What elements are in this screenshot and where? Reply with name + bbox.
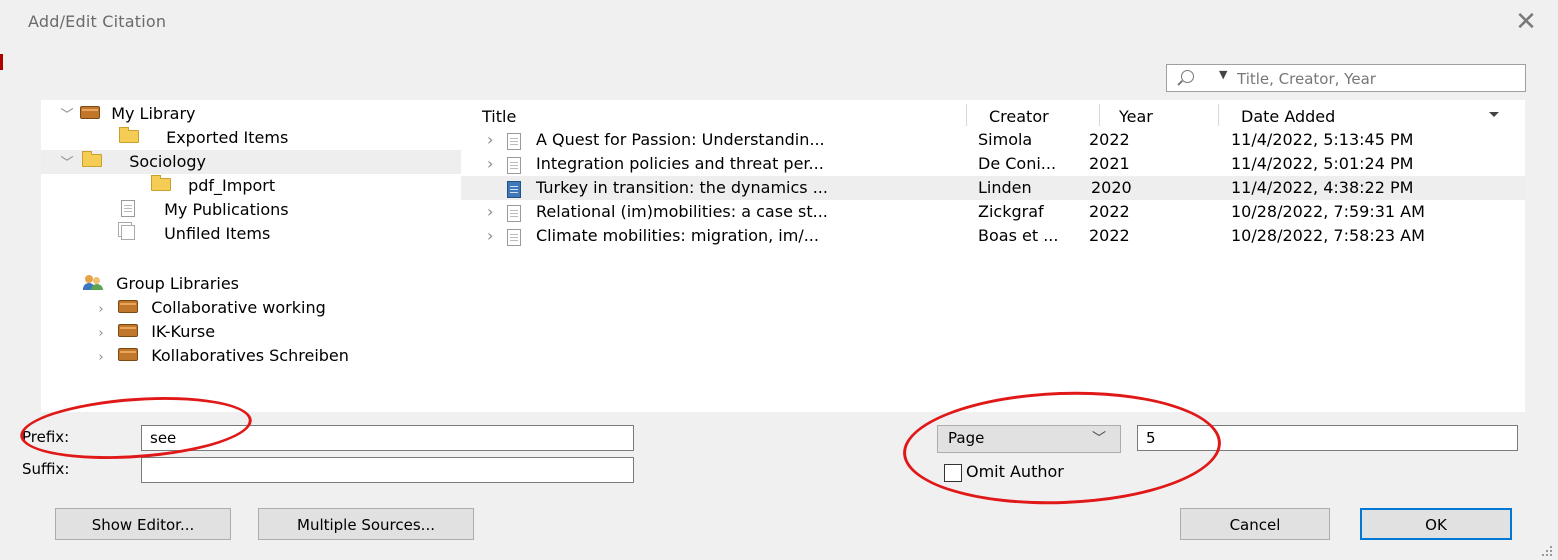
item-date-added: 11/4/2022, 5:13:45 PM — [1231, 130, 1414, 149]
document-icon — [507, 205, 521, 222]
resize-grip-icon[interactable] — [1538, 542, 1554, 558]
tree-item-label: Group Libraries — [116, 274, 239, 293]
book-icon — [507, 181, 521, 198]
chevron-right-icon[interactable]: › — [487, 128, 493, 152]
table-row-selected[interactable]: Turkey in transition: the dynamics ... L… — [461, 176, 1525, 200]
tree-item-label: Unfiled Items — [164, 224, 271, 243]
search-input[interactable] — [1235, 67, 1519, 91]
sort-direction-icon[interactable] — [1489, 112, 1499, 117]
cancel-button[interactable]: Cancel — [1180, 508, 1330, 540]
column-header-creator[interactable]: Creator — [989, 104, 1049, 130]
tree-item-group-libraries[interactable]: Group Libraries — [83, 272, 239, 296]
library-icon — [118, 348, 139, 361]
chevron-right-icon[interactable]: › — [93, 346, 109, 370]
tree-item-label: Exported Items — [166, 128, 289, 147]
chevron-right-icon[interactable]: › — [487, 152, 493, 176]
tree-item-label: My Library — [111, 104, 196, 123]
item-date-added: 11/4/2022, 4:38:22 PM — [1231, 178, 1414, 197]
tree-item-group[interactable]: › Kollaboratives Schreiben — [93, 344, 349, 368]
item-date-added: 11/4/2022, 5:01:24 PM — [1231, 154, 1414, 173]
chevron-down-icon[interactable]: ﹀ — [59, 104, 75, 128]
column-separator[interactable] — [1218, 104, 1219, 126]
item-title: Integration policies and threat per... — [536, 154, 824, 173]
column-header-year[interactable]: Year — [1119, 104, 1153, 130]
folder-icon — [119, 127, 139, 143]
tree-item-label: pdf_Import — [188, 176, 276, 195]
close-icon[interactable]: ✕ — [1512, 8, 1540, 36]
chevron-right-icon[interactable]: › — [93, 322, 109, 346]
chevron-right-icon[interactable]: › — [487, 224, 493, 248]
group-libraries-icon — [83, 274, 103, 291]
library-icon — [118, 324, 139, 337]
search-mode-dropdown-icon[interactable]: ▼ — [1219, 68, 1227, 81]
tree-item-exported-items[interactable]: Exported Items — [119, 126, 288, 150]
search-icon — [1181, 70, 1194, 83]
table-row[interactable]: › Integration policies and threat per...… — [461, 152, 1525, 176]
item-year: 2022 — [1089, 226, 1130, 245]
show-editor-button[interactable]: Show Editor... — [55, 508, 231, 540]
document-icon — [507, 133, 521, 150]
column-separator[interactable] — [1099, 104, 1100, 126]
ok-button[interactable]: OK — [1360, 508, 1512, 540]
tree-item-label: My Publications — [164, 200, 289, 219]
tree-item-group[interactable]: › Collaborative working — [93, 296, 326, 322]
item-creator: Linden — [978, 178, 1032, 197]
tree-item-sociology[interactable]: ﹀ Sociology — [41, 150, 461, 174]
tree-item-pdf-import[interactable]: pdf_Import — [151, 174, 275, 198]
tree-item-label: Sociology — [129, 152, 207, 171]
column-header-date-added[interactable]: Date Added — [1241, 104, 1335, 130]
item-creator: De Coni... — [978, 154, 1057, 173]
item-creator: Simola — [978, 130, 1033, 149]
chevron-down-icon[interactable]: ﹀ — [59, 152, 75, 176]
library-pane: ﹀ My Library Exported Items ﹀ Sociology … — [41, 100, 1525, 412]
column-separator[interactable] — [966, 104, 967, 126]
document-icon — [121, 200, 135, 217]
item-year: 2021 — [1089, 154, 1130, 173]
search-box[interactable]: ▼ — [1166, 64, 1526, 92]
item-year: 2020 — [1091, 178, 1132, 197]
tree-item-unfiled-items[interactable]: Unfiled Items — [121, 222, 270, 246]
tree-item-label: Collaborative working — [151, 298, 326, 317]
unfiled-items-icon — [121, 225, 135, 240]
item-title: Relational (im)mobilities: a case st... — [536, 202, 828, 221]
document-icon — [507, 157, 521, 174]
item-creator: Boas et ... — [978, 226, 1059, 245]
item-title: Climate mobilities: migration, im/... — [536, 226, 819, 245]
table-row[interactable]: › Relational (im)mobilities: a case st..… — [461, 200, 1525, 224]
item-creator: Zickgraf — [978, 202, 1044, 221]
window-edge-marker — [0, 54, 3, 70]
tree-item-my-publications[interactable]: My Publications — [121, 198, 289, 222]
item-year: 2022 — [1089, 130, 1130, 149]
item-date-added: 10/28/2022, 7:58:23 AM — [1231, 226, 1425, 245]
item-date-added: 10/28/2022, 7:59:31 AM — [1231, 202, 1425, 221]
tree-item-label: IK-Kurse — [151, 322, 216, 341]
item-title: Turkey in transition: the dynamics ... — [536, 178, 828, 197]
tree-item-label: Kollaboratives Schreiben — [151, 346, 349, 365]
chevron-right-icon[interactable]: › — [93, 298, 109, 322]
dialog-title: Add/Edit Citation — [28, 12, 167, 31]
multiple-sources-button[interactable]: Multiple Sources... — [258, 508, 474, 540]
item-year: 2022 — [1089, 202, 1130, 221]
suffix-input[interactable] — [141, 457, 634, 483]
item-title: A Quest for Passion: Understandin... — [536, 130, 825, 149]
document-icon — [507, 229, 521, 246]
chevron-right-icon[interactable]: › — [487, 200, 493, 224]
folder-icon — [151, 175, 171, 191]
suffix-label: Suffix: — [22, 460, 70, 478]
folder-icon — [82, 151, 103, 167]
column-header-title[interactable]: Title — [482, 104, 516, 130]
tree-item-my-library[interactable]: ﹀ My Library — [59, 102, 196, 128]
library-icon — [118, 300, 139, 313]
tree-item-group[interactable]: › IK-Kurse — [93, 320, 215, 344]
table-row[interactable]: › A Quest for Passion: Understandin... S… — [461, 128, 1525, 152]
library-icon — [80, 106, 101, 119]
table-row[interactable]: › Climate mobilities: migration, im/... … — [461, 224, 1525, 248]
